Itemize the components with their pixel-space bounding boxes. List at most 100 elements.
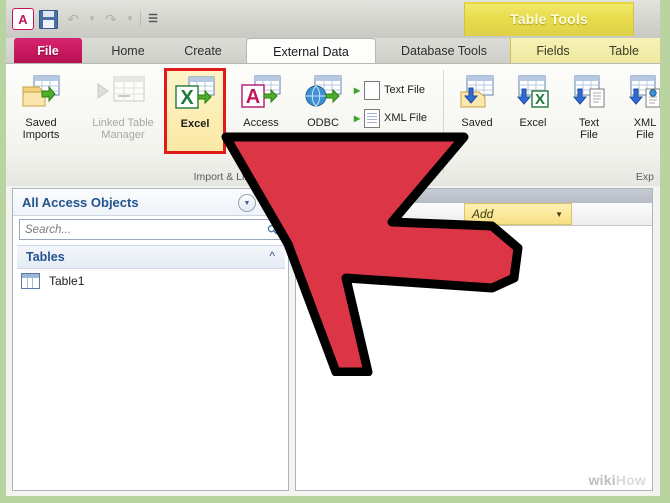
click-to-add-column-header[interactable]: Add ▼ (464, 203, 572, 225)
excel-import-icon: X (173, 71, 217, 115)
search-input-placeholder: Search... (25, 223, 72, 236)
undo-button: ↶ (62, 8, 84, 30)
double-chevron-left-icon[interactable]: « (263, 193, 281, 211)
ribbon-tab-strip: File Home Create External Data Database … (6, 38, 660, 64)
xml-file-import-label: XML File (384, 112, 428, 124)
save-icon (38, 9, 58, 29)
text-file-import-label: Text File (384, 84, 425, 96)
excel-export-label: Excel (519, 117, 547, 129)
redo-button: ↷ (100, 8, 122, 30)
select-all-corner[interactable] (296, 203, 317, 225)
saved-imports-icon (20, 70, 62, 114)
access-logo-icon: A (12, 8, 34, 30)
customize-qat-icon: ☰ (148, 12, 158, 25)
double-chevron-up-icon[interactable]: ^ (269, 249, 275, 263)
odbc-import-button[interactable]: ODBC (292, 70, 354, 152)
svg-text:A: A (246, 86, 260, 108)
saved-exports-button[interactable]: Saved (446, 70, 508, 152)
excel-import-label: Excel (180, 118, 210, 130)
contextual-tab-banner-label: Table Tools (510, 11, 588, 27)
tab-create[interactable]: Create (168, 38, 238, 63)
navigation-pane: All Access Objects ▼ « Search... ⚲ Table… (12, 188, 289, 491)
tab-file[interactable]: File (14, 38, 82, 63)
xml-file-export-button[interactable]: XML File (614, 70, 660, 152)
wikihow-watermark: wikiHow (589, 472, 646, 488)
label-line-1: Saved (25, 117, 57, 129)
access-import-label: Access (243, 117, 279, 129)
ribbon-group-import-link: Saved Imports Linked Table Manager X Exc… (6, 64, 443, 186)
customize-qat-button[interactable]: ☰ (146, 8, 160, 30)
tab-home[interactable]: Home (96, 38, 160, 63)
navigation-pane-title: All Access Objects (22, 194, 139, 210)
table-icon (21, 273, 40, 289)
watermark-how: How (615, 472, 646, 488)
ribbon-group-export: Saved X Excel Text File XML File Exp (444, 64, 660, 186)
excel-import-button[interactable]: X Excel (164, 68, 226, 154)
odbc-database-icon (301, 70, 345, 114)
saved-imports-button[interactable]: Saved Imports (10, 70, 72, 152)
access-application-window: A ↶ ▼ ↷ ▼ ☰ Table Tools File Home Create… (6, 0, 660, 496)
quick-access-toolbar: A ↶ ▼ ↷ ▼ ☰ (12, 6, 160, 32)
excel-export-button[interactable]: X Excel (502, 70, 564, 152)
green-arrow-icon: ▸ (354, 83, 361, 97)
redo-dropdown: ▼ (125, 8, 135, 30)
linked-table-manager-button: Linked Table Manager (80, 70, 166, 152)
saved-exports-icon (455, 70, 499, 114)
nav-group-tables-label: Tables (26, 250, 65, 264)
nav-group-tables[interactable]: Tables ^ (17, 245, 285, 269)
access-logo-button[interactable]: A (12, 8, 34, 30)
chevron-down-icon: ▼ (126, 14, 134, 23)
text-file-icon (364, 80, 381, 100)
svg-text:X: X (180, 87, 194, 109)
label-line-2: File (636, 129, 654, 141)
excel-export-icon: X (511, 70, 555, 114)
label-line-2: Manager (101, 129, 145, 141)
xml-file-export-label: XML File (613, 117, 660, 141)
screenshot-root: A ↶ ▼ ↷ ▼ ☰ Table Tools File Home Create… (0, 0, 670, 503)
svg-text:X: X (535, 91, 545, 108)
linked-table-manager-icon (96, 70, 150, 114)
new-record-marker[interactable]: ✱ (296, 225, 317, 248)
tab-external-data[interactable]: External Data (246, 38, 376, 64)
undo-dropdown: ▼ (87, 8, 97, 30)
tab-table[interactable]: Table (594, 38, 654, 63)
ribbon: Saved Imports Linked Table Manager X Exc… (6, 63, 660, 188)
tab-fields[interactable]: Fields (522, 38, 584, 63)
redo-arrow-icon: ↷ (105, 11, 117, 27)
click-to-add-label: Add (472, 207, 494, 221)
new-record-row[interactable]: ✱ (296, 225, 652, 248)
text-file-import-button[interactable]: ▸ Text File (354, 80, 425, 100)
datasheet-view: Add ▼ ✱ (295, 188, 653, 491)
odbc-import-label: ODBC (307, 117, 339, 129)
nav-item-table1-label: Table1 (49, 274, 85, 288)
label-line-1: Linked Table (92, 117, 154, 129)
xml-file-export-icon (623, 70, 660, 114)
xml-file-icon (364, 108, 381, 128)
label-line-2: Imports (22, 129, 60, 141)
label-line-1: Text (578, 117, 600, 129)
watermark-wiki: wiki (588, 472, 616, 488)
undo-arrow-icon: ↶ (67, 11, 79, 27)
search-icon[interactable]: ⚲ (264, 221, 282, 239)
xml-file-import-button[interactable]: ▸ XML File (354, 108, 427, 128)
chevron-down-icon: ▼ (88, 14, 96, 23)
text-file-export-label: Text File (557, 117, 621, 141)
datasheet-tab-bar (296, 189, 652, 203)
saved-imports-label: Saved Imports (9, 117, 73, 141)
nav-item-table1[interactable]: Table1 (21, 271, 84, 291)
tab-database-tools[interactable]: Database Tools (380, 38, 508, 63)
green-arrow-icon: ▸ (354, 111, 361, 125)
caret-down-icon[interactable]: ▼ (555, 210, 563, 219)
work-area: All Access Objects ▼ « Search... ⚲ Table… (6, 186, 660, 496)
save-button[interactable] (37, 8, 59, 30)
toolbar-divider (140, 11, 141, 27)
saved-exports-label: Saved (461, 117, 493, 129)
text-file-export-button[interactable]: Text File (558, 70, 620, 152)
chevron-down-circle-icon[interactable]: ▼ (238, 194, 256, 212)
access-import-button[interactable]: A Access (230, 70, 292, 152)
label-line-2: File (580, 129, 598, 141)
ribbon-group-export-label: Exp (635, 171, 654, 183)
title-bar: A ↶ ▼ ↷ ▼ ☰ Table Tools (6, 0, 660, 38)
search-input[interactable]: Search... ⚲ (19, 219, 283, 240)
label-line-1: XML (633, 117, 657, 129)
